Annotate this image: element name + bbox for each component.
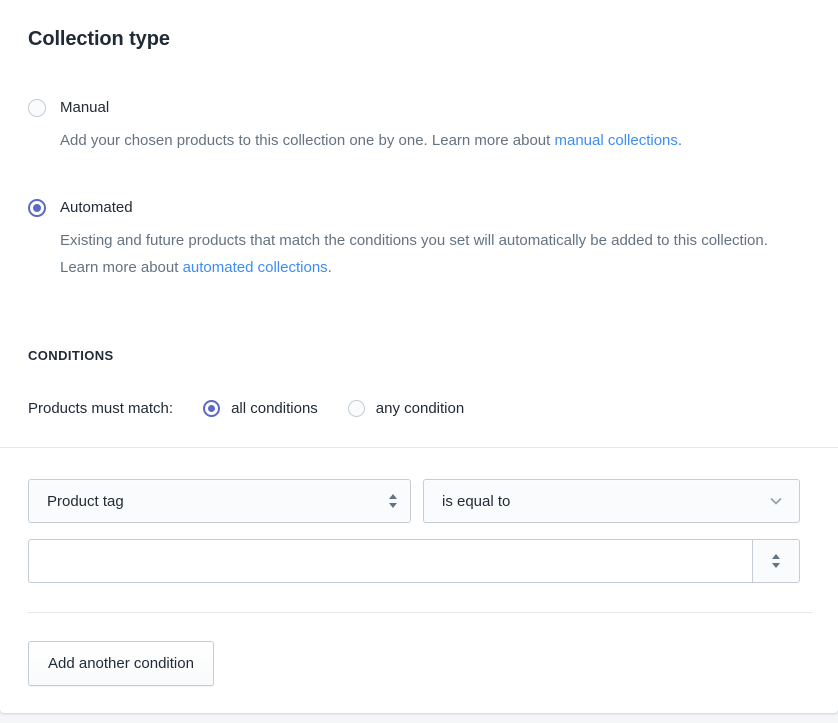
up-down-arrows-icon xyxy=(389,494,397,508)
collection-type-card: Collection type Manual Add your chosen p… xyxy=(0,0,838,713)
page-title: Collection type xyxy=(28,28,170,50)
add-another-condition-button[interactable]: Add another condition xyxy=(28,641,214,686)
radio-label-automated: Automated xyxy=(60,199,133,216)
radio-row-automated[interactable]: Automated xyxy=(28,197,800,219)
manual-collections-link[interactable]: manual collections xyxy=(554,132,677,149)
condition-field-value: Product tag xyxy=(47,492,124,510)
collection-type-option-automated[interactable]: Automated Existing and future products t… xyxy=(28,197,800,281)
radio-label-manual: Manual xyxy=(60,99,110,116)
condition-field-select[interactable]: Product tag xyxy=(28,479,411,523)
radio-manual[interactable] xyxy=(28,99,46,117)
condition-relation-select[interactable]: is equal to xyxy=(423,479,800,523)
help-text-manual-suffix: . xyxy=(677,132,683,149)
help-text-manual: Add your chosen products to this collect… xyxy=(60,127,802,154)
radio-all-conditions[interactable] xyxy=(203,399,221,417)
products-must-match-label: Products must match: xyxy=(28,399,174,417)
help-text-automated-prefix: Existing and future products that match … xyxy=(60,232,768,276)
help-text-automated: Existing and future products that match … xyxy=(60,227,800,281)
products-must-match-row: Products must match: all conditions any … xyxy=(28,397,464,419)
chevron-down-icon xyxy=(770,498,782,505)
up-down-arrows-icon xyxy=(772,554,780,568)
collection-type-option-manual[interactable]: Manual Add your chosen products to this … xyxy=(28,97,802,154)
help-text-manual-prefix: Add your chosen products to this collect… xyxy=(60,132,555,149)
help-text-automated-suffix: . xyxy=(327,259,332,276)
radio-automated[interactable] xyxy=(28,199,46,217)
conditions-heading: CONDITIONS xyxy=(28,348,114,363)
condition-value-input[interactable] xyxy=(28,539,752,583)
automated-collections-link[interactable]: automated collections xyxy=(183,259,328,276)
radio-any-condition[interactable] xyxy=(347,399,365,417)
match-option-all[interactable]: all conditions xyxy=(203,399,318,417)
condition-value-row xyxy=(28,539,800,583)
condition-value-stepper[interactable] xyxy=(752,539,800,583)
condition-relation-value: is equal to xyxy=(442,492,511,510)
radio-label-all-conditions: all conditions xyxy=(231,399,318,417)
divider-above-conditions xyxy=(0,447,838,448)
radio-label-any-condition: any condition xyxy=(375,399,465,417)
divider-above-add-button xyxy=(28,612,812,613)
radio-row-manual[interactable]: Manual xyxy=(28,97,802,119)
match-option-any[interactable]: any condition xyxy=(347,399,465,417)
